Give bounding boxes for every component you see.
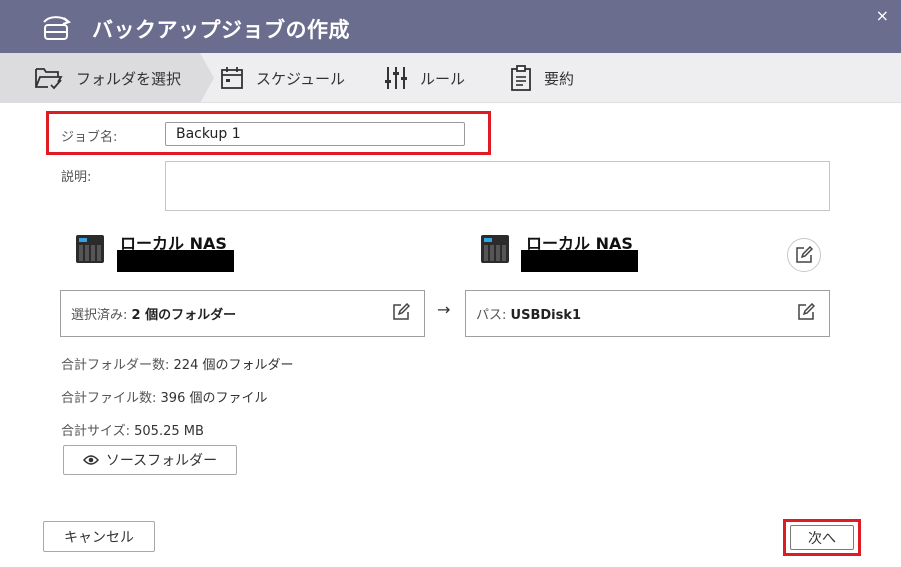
dialog-title: バックアップジョブの作成	[92, 18, 350, 42]
clipboard-icon	[511, 65, 531, 91]
sliders-icon	[385, 67, 407, 89]
nas-device-icon	[481, 235, 509, 263]
arrow-right-icon: →	[437, 300, 451, 319]
destination-path-box: パス: USBDisk1	[465, 290, 830, 337]
eye-icon	[82, 455, 99, 465]
total-folders-value: 224 個のフォルダー	[173, 358, 294, 373]
step-label: 要約	[544, 69, 575, 88]
edit-destination-nas-button[interactable]	[787, 238, 821, 272]
step-label: スケジュール	[256, 69, 345, 88]
total-files-value: 396 個のファイル	[160, 391, 268, 406]
description-label: 説明:	[61, 170, 92, 185]
backup-cylinder-icon	[43, 16, 72, 40]
source-folder-label: ソースフォルダー	[105, 453, 218, 469]
wizard-stepper: フォルダを選択 スケジュール ルール 要約	[0, 53, 901, 103]
total-files-label: 合計ファイル数:	[61, 391, 157, 406]
source-selection-text: 選択済み: 2 個のフォルダー	[71, 304, 236, 323]
path-prefix: パス:	[476, 308, 507, 323]
nas-device-icon	[76, 235, 104, 263]
step-rules[interactable]: ルール	[384, 53, 465, 103]
selected-value: 2 個のフォルダー	[131, 308, 237, 323]
calendar-icon	[221, 67, 243, 89]
destination-path-text: パス: USBDisk1	[476, 304, 581, 323]
create-backup-job-dialog: バックアップジョブの作成 × フォルダを選択 スケジュール ルール 要約 ジョブ…	[0, 0, 901, 567]
step-label: ルール	[420, 69, 466, 88]
path-value: USBDisk1	[510, 308, 582, 323]
total-size-value: 505.25 MB	[134, 424, 204, 439]
total-folders-stat: 合計フォルダー数: 224 個のフォルダー	[61, 354, 293, 373]
job-name-input[interactable]	[165, 122, 465, 146]
step-schedule[interactable]: スケジュール	[220, 53, 345, 103]
job-name-label: ジョブ名:	[61, 130, 118, 145]
folder-check-icon	[35, 68, 63, 90]
dialog-header: バックアップジョブの作成 ×	[0, 0, 901, 53]
total-folders-label: 合計フォルダー数:	[61, 358, 170, 373]
source-folder-button[interactable]: ソースフォルダー	[63, 445, 237, 475]
redacted-destination-address	[521, 250, 638, 272]
cancel-button[interactable]: キャンセル	[43, 521, 155, 552]
redacted-source-address	[117, 250, 234, 272]
source-folder-box: 選択済み: 2 個のフォルダー	[60, 290, 425, 337]
description-input[interactable]	[165, 161, 830, 211]
close-button[interactable]: ×	[876, 6, 889, 25]
total-size-label: 合計サイズ:	[61, 424, 130, 439]
edit-icon[interactable]	[797, 303, 815, 321]
total-files-stat: 合計ファイル数: 396 個のファイル	[61, 387, 267, 406]
step-label: フォルダを選択	[76, 69, 182, 88]
edit-icon	[796, 246, 813, 263]
next-button[interactable]: 次へ	[790, 525, 854, 550]
edit-icon[interactable]	[392, 303, 410, 321]
step-select-folder[interactable]: フォルダを選択	[0, 53, 214, 103]
total-size-stat: 合計サイズ: 505.25 MB	[61, 420, 204, 439]
step-summary[interactable]: 要約	[510, 53, 574, 103]
selected-prefix: 選択済み:	[71, 308, 128, 323]
